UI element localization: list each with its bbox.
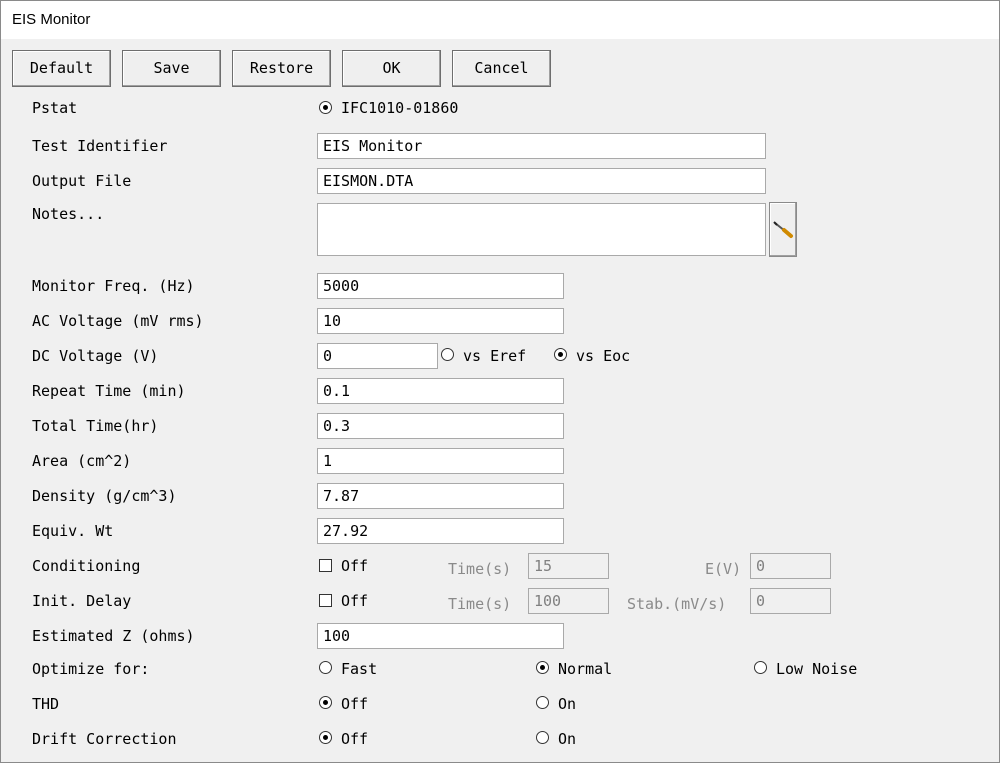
init-delay-time-field: 100 bbox=[528, 588, 609, 614]
drift-off-label: Off bbox=[341, 730, 369, 748]
thd-off-label: Off bbox=[341, 695, 369, 713]
test-identifier-field[interactable]: EIS Monitor bbox=[317, 133, 766, 159]
conditioning-checkbox[interactable] bbox=[319, 559, 332, 572]
notes-label: Notes... bbox=[32, 205, 105, 223]
conditioning-time-field: 15 bbox=[528, 553, 609, 579]
thd-on-radio[interactable] bbox=[536, 696, 549, 709]
dc-voltage-field[interactable]: 0 bbox=[317, 343, 438, 369]
area-field[interactable]: 1 bbox=[317, 448, 564, 474]
density-field[interactable]: 7.87 bbox=[317, 483, 564, 509]
vs-eref-radio[interactable] bbox=[441, 348, 454, 361]
optimize-normal-radio[interactable] bbox=[536, 661, 549, 674]
eis-monitor-window: EIS Monitor Default Save Restore OK Canc… bbox=[0, 0, 1000, 763]
dc-voltage-label: DC Voltage (V) bbox=[32, 347, 159, 365]
ac-voltage-label: AC Voltage (mV rms) bbox=[32, 312, 204, 330]
optimize-low-noise-radio[interactable] bbox=[754, 661, 767, 674]
monitor-freq-field[interactable]: 5000 bbox=[317, 273, 564, 299]
optimize-label: Optimize for: bbox=[32, 660, 150, 678]
output-file-label: Output File bbox=[32, 172, 132, 190]
test-identifier-label: Test Identifier bbox=[32, 137, 168, 155]
vs-eoc-radio[interactable] bbox=[554, 348, 567, 361]
init-delay-time-label: Time(s) bbox=[448, 595, 512, 613]
drift-correction-label: Drift Correction bbox=[32, 730, 177, 748]
default-button[interactable]: Default bbox=[12, 50, 111, 87]
drift-off-radio[interactable] bbox=[319, 731, 332, 744]
init-delay-stab-field: 0 bbox=[750, 588, 831, 614]
area-label: Area (cm^2) bbox=[32, 452, 132, 470]
optimize-fast-radio[interactable] bbox=[319, 661, 332, 674]
init-delay-label: Init. Delay bbox=[32, 592, 132, 610]
monitor-freq-label: Monitor Freq. (Hz) bbox=[32, 277, 195, 295]
init-delay-check-label: Off bbox=[341, 592, 369, 610]
total-time-field[interactable]: 0.3 bbox=[317, 413, 564, 439]
init-delay-checkbox[interactable] bbox=[319, 594, 332, 607]
conditioning-e-label: E(V) bbox=[705, 560, 742, 578]
pstat-option-label: IFC1010-01860 bbox=[341, 99, 459, 117]
repeat-time-label: Repeat Time (min) bbox=[32, 382, 186, 400]
conditioning-label: Conditioning bbox=[32, 557, 141, 575]
optimize-normal-label: Normal bbox=[558, 660, 613, 678]
notes-textarea[interactable] bbox=[317, 203, 766, 256]
init-delay-stab-label: Stab.(mV/s) bbox=[627, 595, 727, 613]
conditioning-check-label: Off bbox=[341, 557, 369, 575]
ac-voltage-field[interactable]: 10 bbox=[317, 308, 564, 334]
thd-off-radio[interactable] bbox=[319, 696, 332, 709]
pstat-radio[interactable] bbox=[319, 101, 332, 114]
ok-button[interactable]: OK bbox=[342, 50, 441, 87]
total-time-label: Total Time(hr) bbox=[32, 417, 159, 435]
screwdriver-icon bbox=[773, 221, 793, 238]
notes-edit-button[interactable] bbox=[769, 202, 797, 257]
cancel-button[interactable]: Cancel bbox=[452, 50, 551, 87]
equiv-wt-label: Equiv. Wt bbox=[32, 522, 114, 540]
conditioning-time-label: Time(s) bbox=[448, 560, 512, 578]
density-label: Density (g/cm^3) bbox=[32, 487, 177, 505]
conditioning-e-field: 0 bbox=[750, 553, 831, 579]
thd-on-label: On bbox=[558, 695, 577, 713]
optimize-fast-label: Fast bbox=[341, 660, 378, 678]
vs-eref-label: vs Eref bbox=[463, 347, 527, 365]
thd-label: THD bbox=[32, 695, 60, 713]
drift-on-label: On bbox=[558, 730, 577, 748]
estimated-z-label: Estimated Z (ohms) bbox=[32, 627, 195, 645]
title-bar: EIS Monitor bbox=[1, 1, 999, 39]
vs-eoc-label: vs Eoc bbox=[576, 347, 631, 365]
save-button[interactable]: Save bbox=[122, 50, 221, 87]
estimated-z-field[interactable]: 100 bbox=[317, 623, 564, 649]
pstat-label: Pstat bbox=[32, 99, 78, 117]
restore-button[interactable]: Restore bbox=[232, 50, 331, 87]
optimize-low-noise-label: Low Noise bbox=[776, 660, 858, 678]
drift-on-radio[interactable] bbox=[536, 731, 549, 744]
repeat-time-field[interactable]: 0.1 bbox=[317, 378, 564, 404]
output-file-field[interactable]: EISMON.DTA bbox=[317, 168, 766, 194]
window-title: EIS Monitor bbox=[12, 11, 91, 28]
equiv-wt-field[interactable]: 27.92 bbox=[317, 518, 564, 544]
